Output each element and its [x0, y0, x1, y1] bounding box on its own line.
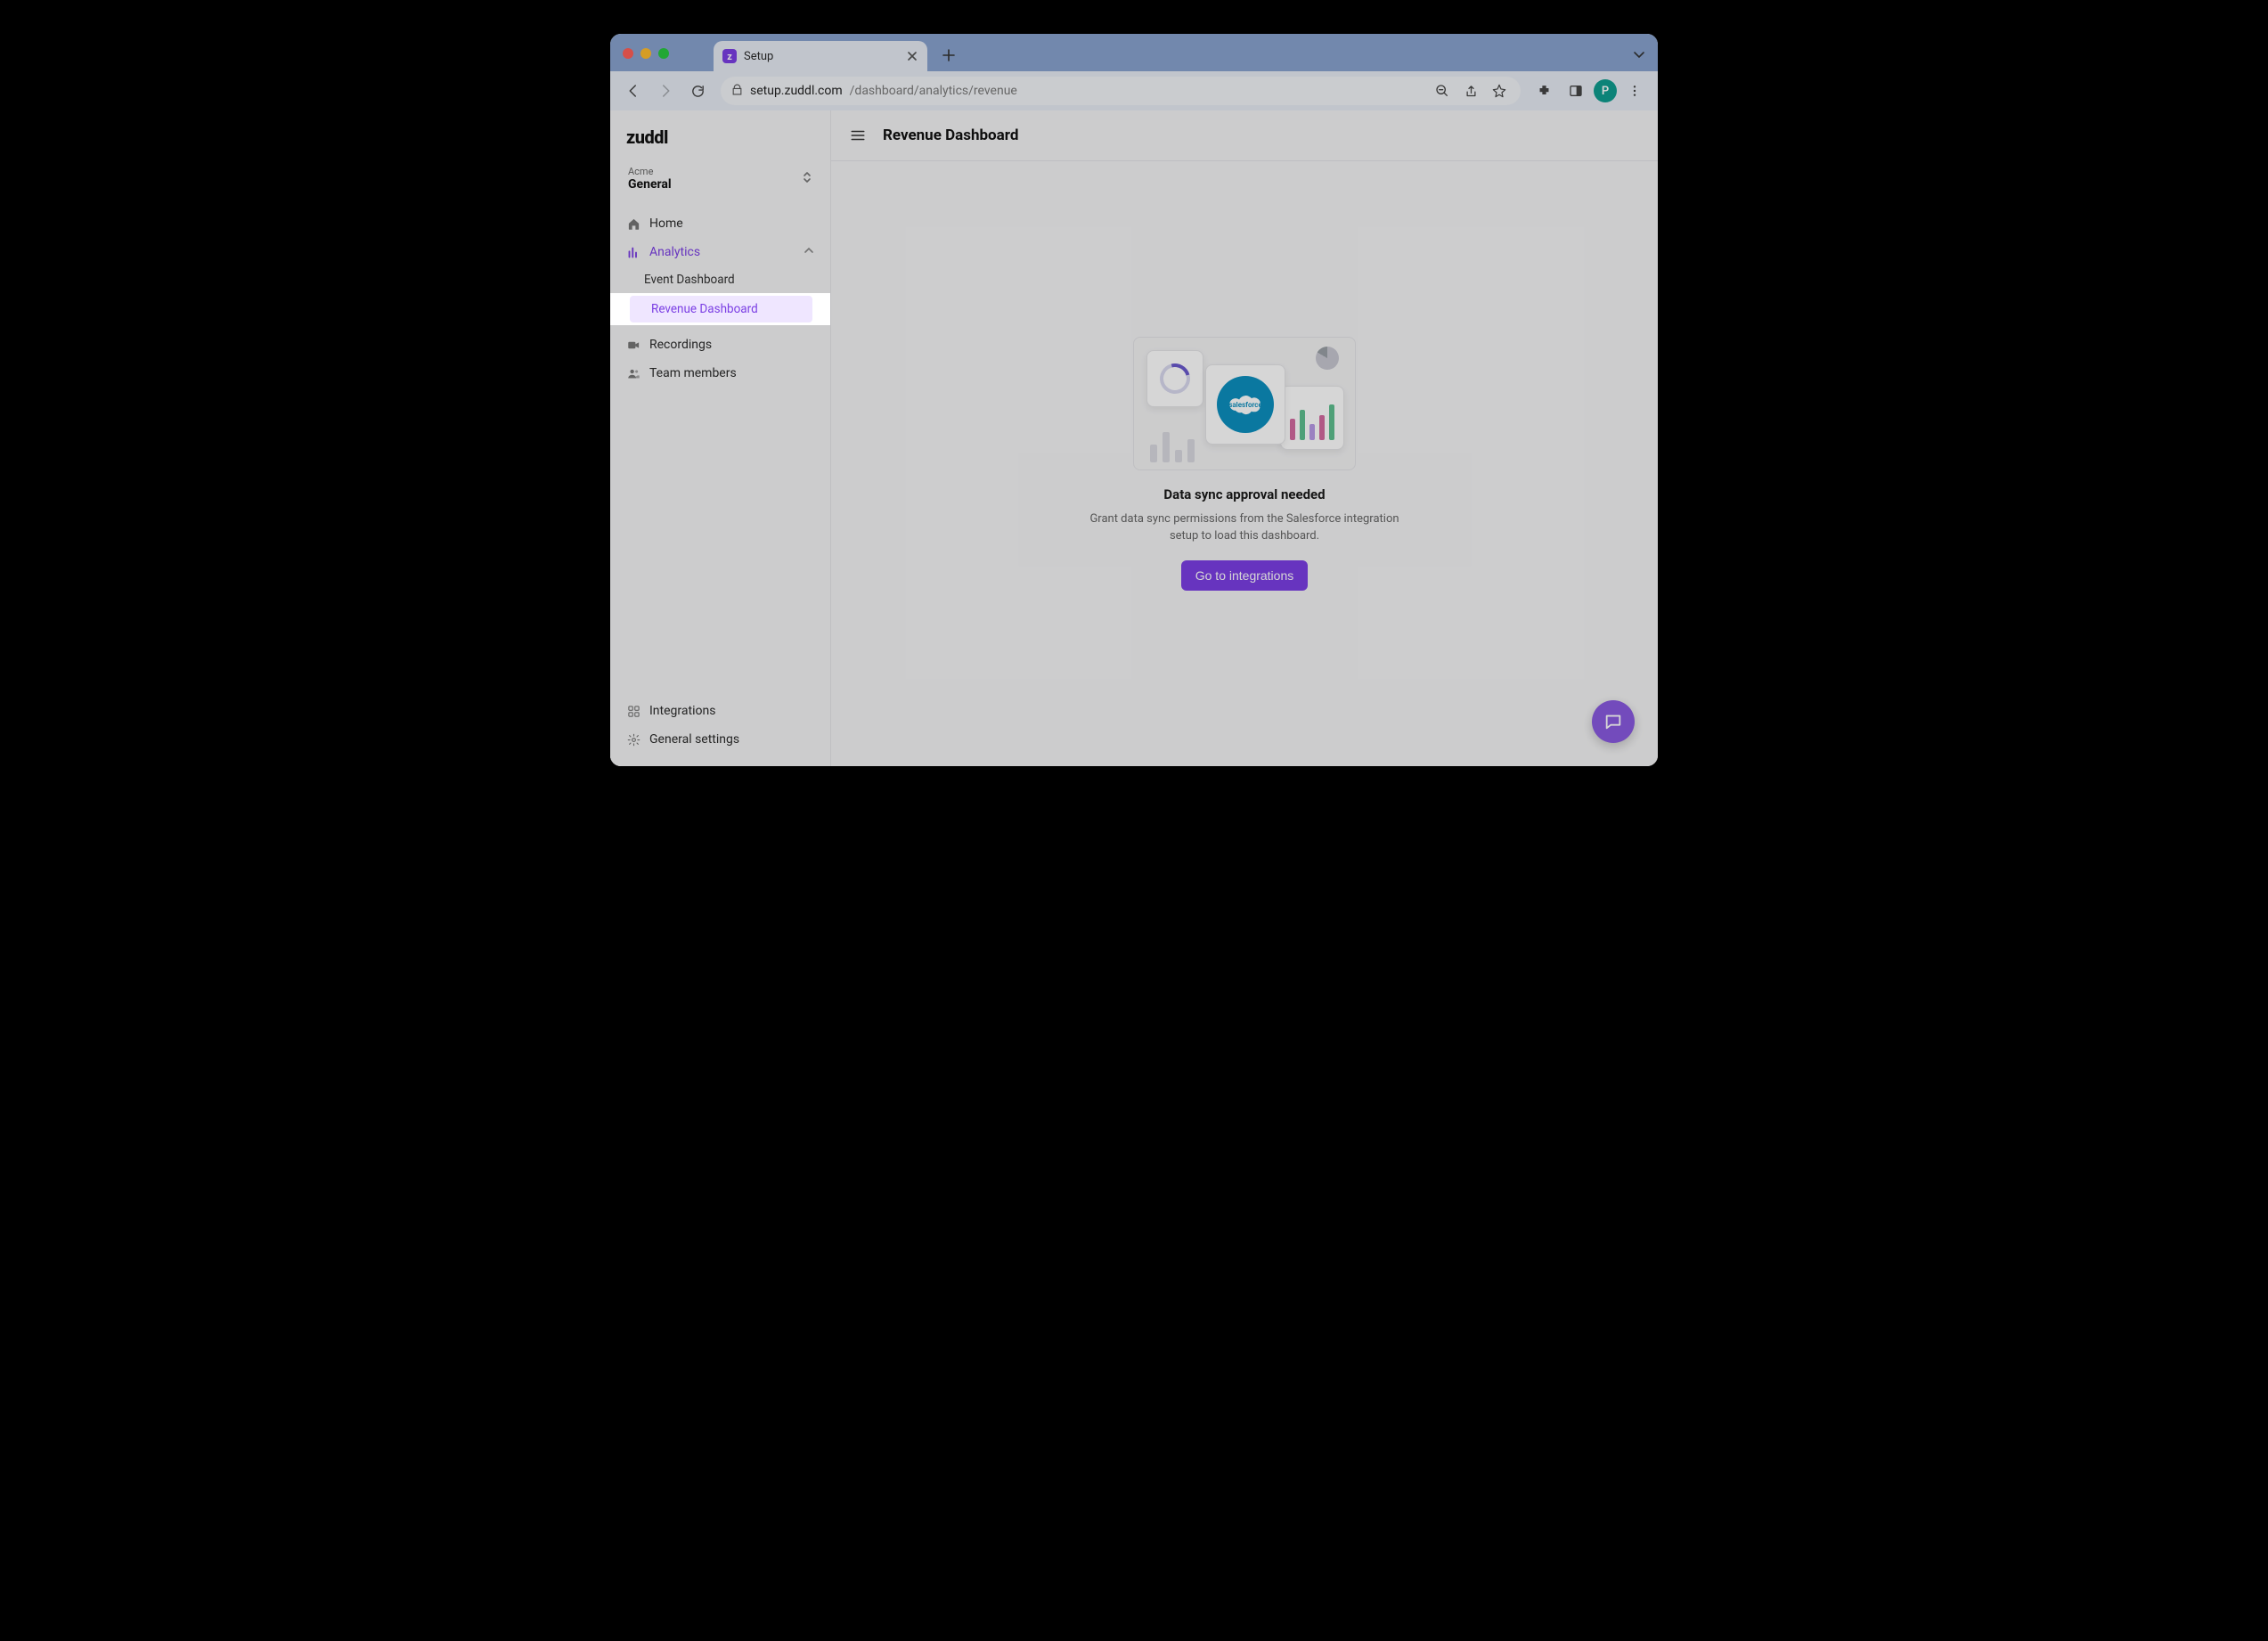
workspace-switcher[interactable]: Acme General	[623, 160, 818, 197]
bookmark-icon[interactable]	[1489, 80, 1510, 102]
url-host: setup.zuddl.com	[750, 84, 843, 98]
lock-icon	[731, 84, 743, 99]
window-close-button[interactable]	[623, 48, 633, 59]
profile-avatar[interactable]: P	[1594, 79, 1617, 102]
side-panel-button[interactable]	[1562, 77, 1590, 105]
url-path: /dashboard/analytics/revenue	[850, 84, 1017, 98]
back-button[interactable]	[619, 77, 648, 105]
workspace-name: General	[628, 177, 672, 192]
sidebar-item-recordings[interactable]: Recordings	[610, 331, 830, 359]
window-fullscreen-button[interactable]	[658, 48, 669, 59]
window-controls	[623, 48, 669, 59]
workspace-org: Acme	[628, 166, 672, 177]
topbar: Revenue Dashboard	[831, 110, 1658, 160]
people-icon	[626, 366, 640, 380]
go-to-integrations-button[interactable]: Go to integrations	[1181, 560, 1309, 591]
address-bar[interactable]: setup.zuddl.com/dashboard/analytics/reve…	[721, 77, 1521, 105]
content: salesforce Data sync approval needed Gra…	[831, 160, 1658, 766]
forward-button[interactable]	[651, 77, 680, 105]
extensions-button[interactable]	[1530, 77, 1558, 105]
empty-state-illustration: salesforce	[1133, 337, 1356, 470]
salesforce-logo-icon: salesforce	[1217, 376, 1274, 433]
sidebar-item-home[interactable]: Home	[610, 209, 830, 238]
analytics-subnav: Event Dashboard Revenue Dashboard	[610, 266, 830, 325]
browser-tab[interactable]: z Setup	[714, 41, 927, 71]
sidebar-item-label: Home	[649, 216, 683, 231]
home-icon	[626, 216, 640, 231]
video-icon	[626, 338, 640, 352]
tabs-overflow-button[interactable]	[1633, 47, 1645, 64]
sidebar-item-integrations[interactable]: Integrations	[610, 697, 830, 725]
page-title: Revenue Dashboard	[883, 127, 1018, 144]
sidebar: zuddl Acme General Home	[610, 110, 831, 766]
gear-icon	[626, 732, 640, 747]
chevron-up-down-icon	[802, 170, 812, 188]
toolbar: setup.zuddl.com/dashboard/analytics/reve…	[610, 71, 1658, 110]
logo: zuddl	[626, 127, 668, 148]
empty-state: salesforce Data sync approval needed Gra…	[1084, 337, 1405, 590]
browser-window: z Setup setup.zuddl.com/dashboard/ana	[610, 34, 1658, 766]
subnav-revenue-dashboard[interactable]: Revenue Dashboard	[630, 296, 812, 322]
sidebar-item-label: Team members	[649, 366, 737, 380]
main: Revenue Dashboard salesforce	[831, 110, 1658, 766]
chevron-up-icon	[804, 245, 814, 259]
reload-button[interactable]	[683, 77, 712, 105]
zoom-icon[interactable]	[1432, 80, 1453, 102]
new-tab-button[interactable]	[936, 43, 961, 68]
sidebar-item-label: Analytics	[649, 245, 700, 259]
sidebar-item-team-members[interactable]: Team members	[610, 359, 830, 388]
help-chat-button[interactable]	[1592, 700, 1635, 743]
sidebar-toggle-button[interactable]	[847, 125, 869, 146]
sidebar-item-label: Integrations	[649, 704, 715, 718]
analytics-icon	[626, 245, 640, 259]
integrations-icon	[626, 704, 640, 718]
tab-close-button[interactable]	[906, 50, 918, 62]
empty-state-title: Data sync approval needed	[1163, 486, 1325, 502]
favicon: z	[722, 49, 737, 63]
app: zuddl Acme General Home	[610, 110, 1658, 766]
sidebar-item-analytics[interactable]: Analytics	[610, 238, 830, 266]
sidebar-item-label: Recordings	[649, 338, 712, 352]
tab-strip: z Setup	[610, 34, 1658, 71]
sidebar-item-general-settings[interactable]: General settings	[610, 725, 830, 754]
window-minimize-button[interactable]	[640, 48, 651, 59]
subnav-event-dashboard[interactable]: Event Dashboard	[610, 266, 830, 293]
tab-title: Setup	[744, 50, 899, 63]
empty-state-description: Grant data sync permissions from the Sal…	[1084, 511, 1405, 543]
browser-menu-button[interactable]	[1620, 77, 1649, 105]
sidebar-item-label: General settings	[649, 732, 739, 747]
share-icon[interactable]	[1460, 80, 1481, 102]
